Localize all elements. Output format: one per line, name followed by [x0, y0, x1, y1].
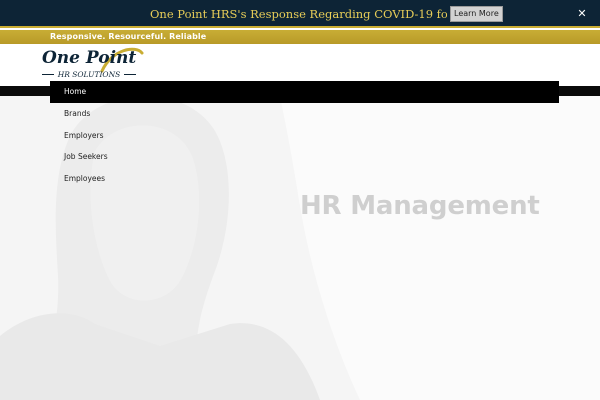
tagline-bar: Responsive. Resourceful. Reliable	[0, 30, 600, 44]
hero-title: HR Management	[300, 191, 540, 221]
main-nav-menu: Home Brands Employers Job Seekers Employ…	[50, 81, 559, 189]
nav-item-home[interactable]: Home	[50, 81, 559, 103]
tagline: Responsive. Resourceful. Reliable	[50, 32, 207, 41]
nav-item-employees[interactable]: Employees	[50, 168, 559, 190]
announcement-bar: One Point HRS's Response Regarding COVID…	[0, 0, 600, 28]
learn-more-button[interactable]: Learn More	[450, 6, 503, 22]
nav-item-employers[interactable]: Employers	[50, 125, 559, 147]
nav-item-job-seekers[interactable]: Job Seekers	[50, 146, 559, 168]
logo-subtitle: HR SOLUTIONS	[57, 70, 121, 79]
logo-wordmark: One Point	[42, 48, 137, 68]
close-icon[interactable]: ✕	[574, 7, 590, 21]
logo[interactable]: One Point HR SOLUTIONS	[40, 47, 144, 83]
announcement-text[interactable]: One Point HRS's Response Regarding COVID…	[150, 6, 447, 22]
nav-item-brands[interactable]: Brands	[50, 103, 559, 125]
logo-rule-right	[124, 74, 136, 75]
